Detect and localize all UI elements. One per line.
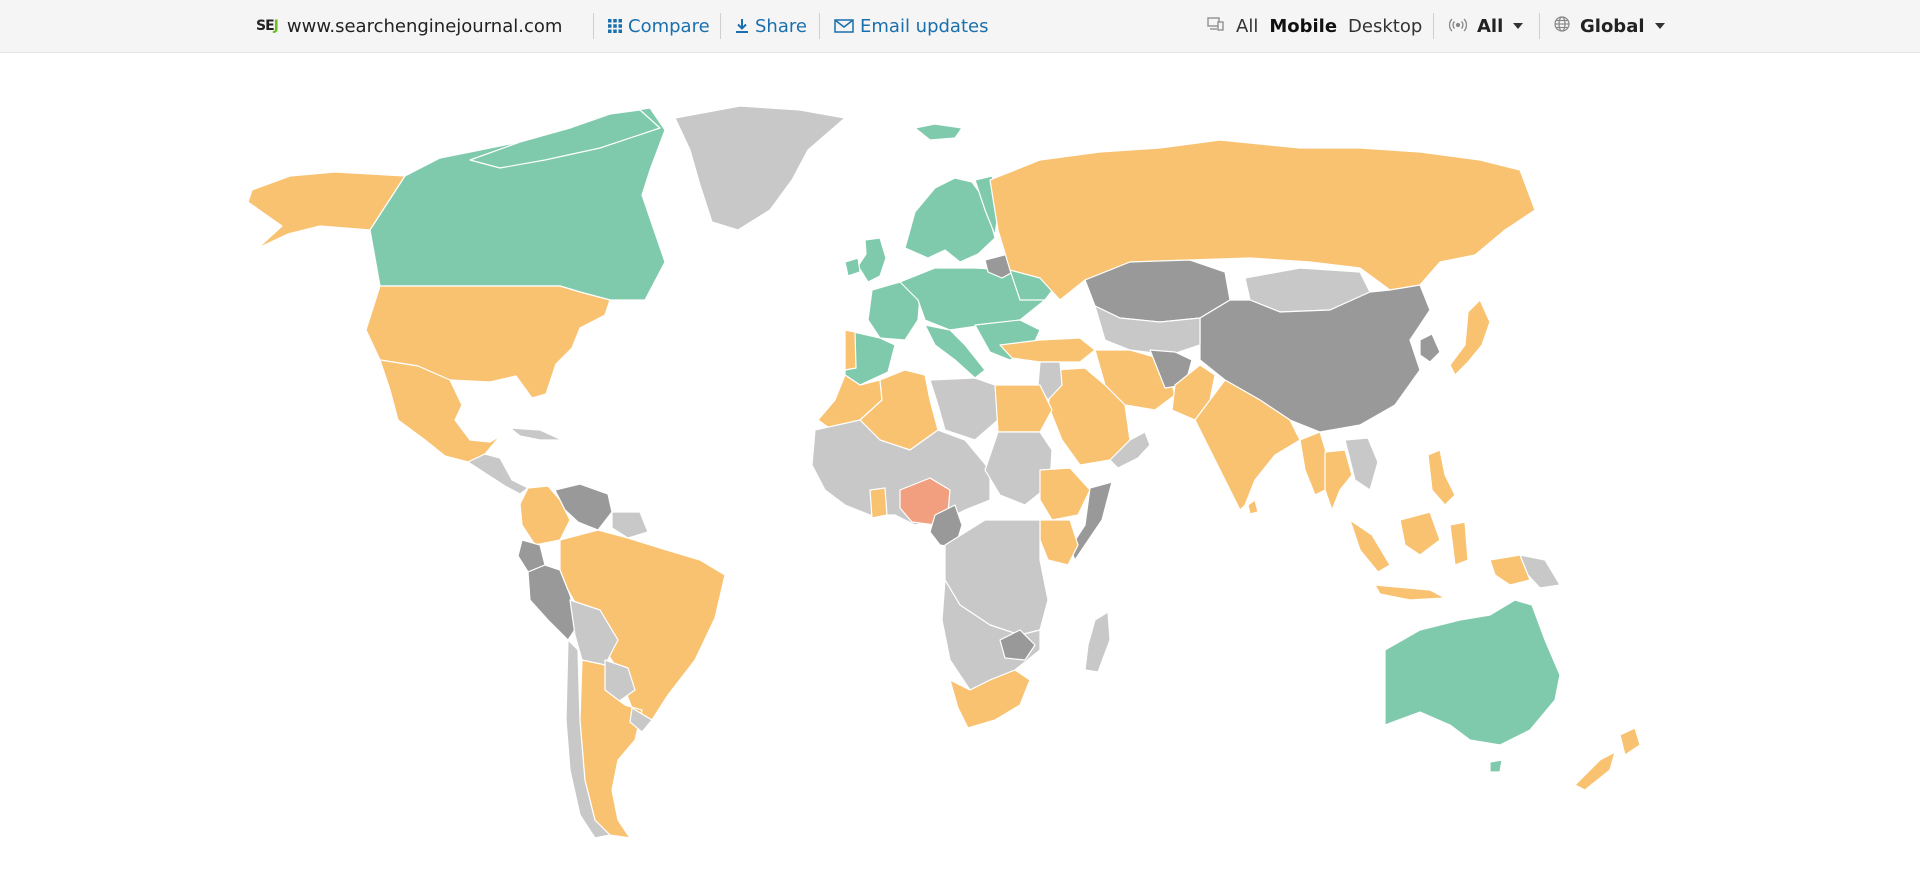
logo-accent: J: [273, 18, 279, 34]
country-greenland[interactable]: [674, 105, 846, 231]
country-philippines[interactable]: [1427, 449, 1456, 506]
share-button[interactable]: Share: [735, 0, 807, 52]
country-indonesia[interactable]: [1349, 511, 1531, 601]
country-ethiopia[interactable]: [1039, 467, 1091, 521]
country-korea[interactable]: [1419, 333, 1441, 363]
divider: [720, 13, 721, 39]
country-italy[interactable]: [924, 324, 986, 379]
country-thailand[interactable]: [1324, 449, 1353, 511]
world-map: [247, 105, 1641, 839]
country-new-zealand[interactable]: [1574, 727, 1641, 791]
download-icon: [735, 18, 749, 34]
site-header: SEJ www.searchenginejournal.com: [256, 0, 562, 52]
country-ireland[interactable]: [844, 257, 861, 277]
caret-down-icon: [1513, 23, 1524, 29]
country-tasmania[interactable]: [1489, 759, 1503, 773]
country-uk[interactable]: [857, 237, 887, 283]
network-value: All: [1477, 15, 1504, 37]
signal-icon: [1448, 16, 1468, 37]
country-japan[interactable]: [1449, 299, 1491, 376]
country-sri-lanka[interactable]: [1247, 499, 1259, 515]
domain-title: www.searchenginejournal.com: [286, 15, 563, 37]
divider: [819, 13, 820, 39]
network-dropdown[interactable]: All: [1448, 0, 1524, 52]
email-updates-button[interactable]: Email updates: [834, 0, 988, 52]
country-guianas[interactable]: [611, 511, 649, 539]
globe-icon: [1554, 15, 1570, 37]
divider: [593, 13, 594, 39]
caret-down-icon: [1654, 23, 1665, 29]
country-ghana[interactable]: [869, 487, 888, 519]
country-portugal[interactable]: [844, 329, 857, 371]
divider: [1539, 13, 1540, 39]
country-kenya[interactable]: [1039, 519, 1079, 566]
region-dropdown[interactable]: Global: [1554, 0, 1665, 52]
country-papua[interactable]: [1519, 554, 1561, 589]
compare-label: Compare: [628, 15, 710, 37]
country-madagascar[interactable]: [1084, 611, 1111, 673]
country-iceland[interactable]: [914, 123, 963, 141]
country-australia[interactable]: [1384, 599, 1561, 746]
country-cuba[interactable]: [509, 427, 563, 441]
compare-button[interactable]: Compare: [608, 0, 710, 52]
country-central-america[interactable]: [467, 453, 529, 495]
device-mobile-option[interactable]: Mobile: [1269, 16, 1337, 37]
grid-icon: [608, 19, 622, 33]
top-toolbar: SEJ www.searchenginejournal.com Compare …: [0, 0, 1920, 53]
email-updates-label: Email updates: [860, 15, 989, 37]
divider: [1433, 13, 1434, 39]
device-switcher: All Mobile Desktop: [1207, 0, 1422, 52]
envelope-icon: [834, 19, 854, 33]
sej-logo: SEJ: [256, 18, 279, 34]
device-all-option[interactable]: All: [1236, 16, 1258, 37]
region-value: Global: [1580, 15, 1645, 37]
share-label: Share: [755, 15, 807, 37]
devices-icon: [1207, 16, 1225, 37]
country-egypt[interactable]: [994, 384, 1053, 433]
country-indochina[interactable]: [1344, 437, 1379, 491]
device-desktop-option[interactable]: Desktop: [1348, 16, 1422, 37]
